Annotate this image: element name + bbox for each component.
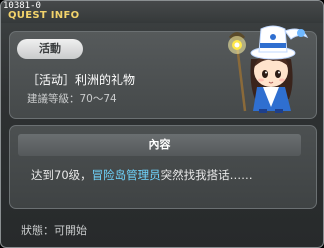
quest-status: 狀態：可開始 bbox=[21, 224, 87, 237]
npc-name-link[interactable]: 冒险岛管理员 bbox=[92, 168, 161, 182]
quest-description: 达到70级，冒险岛管理员突然找我搭话…… bbox=[31, 167, 253, 183]
content-header: 內容 bbox=[18, 134, 301, 156]
quest-name: ［活动］利洲的礼物 bbox=[27, 73, 136, 87]
npc-portrait-icon bbox=[228, 25, 309, 113]
description-text-before: 达到70级， bbox=[31, 168, 92, 182]
quest-category-badge: 活動 bbox=[17, 39, 83, 59]
quest-info-window: 10381-0 QUEST INFO 活動 ［活动］利洲的礼物 建議等級：70～… bbox=[0, 0, 324, 248]
window-title: QUEST INFO bbox=[8, 10, 80, 21]
description-text-after: 突然找我搭话…… bbox=[160, 168, 253, 182]
quest-level-range: 建議等級：70～74 bbox=[27, 93, 117, 105]
